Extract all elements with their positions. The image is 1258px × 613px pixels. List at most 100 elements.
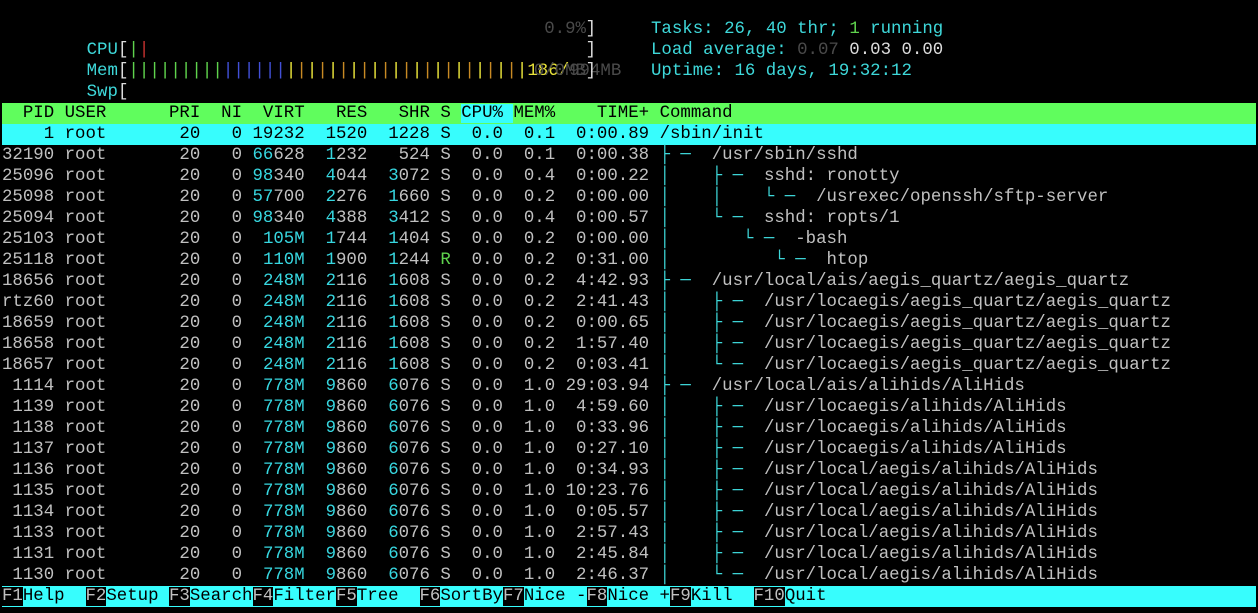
fkey-search[interactable]: F3Search xyxy=(169,587,253,606)
cell-ni: 0 xyxy=(210,482,253,501)
uptime-value: 16 days, 19:32:12 xyxy=(734,62,912,81)
column-header-user[interactable]: USER xyxy=(65,104,169,123)
process-row[interactable]: 1135 root 20 0 778M 9860 6076 S 0.0 1.0 … xyxy=(2,481,1256,502)
cell-res: 1900 xyxy=(325,251,368,270)
cell-mem: 1.0 xyxy=(513,524,566,543)
cell-virt: 778M xyxy=(262,545,305,564)
cell-virt: 778M xyxy=(262,377,305,396)
process-row[interactable]: 18656 root 20 0 248M 2116 1608 S 0.0 0.2… xyxy=(2,271,1256,292)
cell-s: S xyxy=(440,335,462,354)
process-row[interactable]: 25118 root 20 0 110M 1900 1244 R 0.0 0.2… xyxy=(2,250,1256,271)
cell-pri: 20 xyxy=(169,545,211,564)
cell-res: 9860 xyxy=(325,461,368,480)
process-row[interactable]: 1133 root 20 0 778M 9860 6076 S 0.0 1.0 … xyxy=(2,523,1256,544)
column-header-time[interactable]: TIME+ xyxy=(566,104,660,123)
cell-user: root xyxy=(64,482,169,501)
cell-cpu: 0.0 xyxy=(461,524,514,543)
process-row[interactable]: 1138 root 20 0 778M 9860 6076 S 0.0 1.0 … xyxy=(2,418,1256,439)
cell-ni: 0 xyxy=(210,314,253,333)
cell-shr: 6076 xyxy=(388,461,430,480)
cell-pid: 32190 xyxy=(2,146,65,165)
cell-mem: 0.1 xyxy=(513,125,566,144)
cell-pri: 20 xyxy=(169,440,211,459)
column-header-s[interactable]: S xyxy=(440,104,461,123)
cell-s: S xyxy=(440,377,462,396)
process-row[interactable]: 18659 root 20 0 248M 2116 1608 S 0.0 0.2… xyxy=(2,313,1256,334)
column-header-ni[interactable]: NI xyxy=(211,104,253,123)
fkey-kill[interactable]: F9Kill xyxy=(670,587,754,606)
cell-user: root xyxy=(64,461,169,480)
process-row[interactable]: 18658 root 20 0 248M 2116 1608 S 0.0 0.2… xyxy=(2,334,1256,355)
fkey-help[interactable]: F1Help xyxy=(2,587,86,606)
cell-shr: 1608 xyxy=(388,272,430,291)
cell-shr: 6076 xyxy=(388,566,430,585)
cell-virt: 778M xyxy=(262,566,305,585)
cell-ni: 0 xyxy=(210,461,253,480)
fkey-setup[interactable]: F2Setup xyxy=(85,587,170,606)
column-header-pid[interactable]: PID xyxy=(12,104,64,123)
process-table-header: PID USER PRI NI VIRT RES SHR S CPU% MEM%… xyxy=(2,103,1256,124)
fkey-sortby[interactable]: F6SortBy xyxy=(419,587,503,606)
cell-cpu: 0.0 xyxy=(461,125,514,144)
tree-branch-icon: │ ├ ─ xyxy=(659,545,764,564)
cell-virt: 248M xyxy=(262,272,305,291)
cell-shr: 6076 xyxy=(388,482,430,501)
cell-pri: 20 xyxy=(169,272,211,291)
process-row[interactable]: 18657 root 20 0 248M 2116 1608 S 0.0 0.2… xyxy=(2,355,1256,376)
cell-mem: 1.0 xyxy=(513,482,566,501)
cell-user: root xyxy=(64,230,169,249)
process-row[interactable]: 1136 root 20 0 778M 9860 6076 S 0.0 1.0 … xyxy=(2,460,1256,481)
process-row[interactable]: 1 root 20 0 19232 1520 1228 S 0.0 0.1 0:… xyxy=(2,124,1256,145)
process-row[interactable]: 1114 root 20 0 778M 9860 6076 S 0.0 1.0 … xyxy=(2,376,1256,397)
tree-branch-icon: │ ├ ─ xyxy=(659,167,764,186)
column-header-cmd[interactable]: Command xyxy=(660,104,733,123)
process-row[interactable]: 25096 root 20 0 98340 4044 3072 S 0.0 0.… xyxy=(2,166,1256,187)
process-row[interactable]: 1131 root 20 0 778M 9860 6076 S 0.0 1.0 … xyxy=(2,544,1256,565)
cell-ni: 0 xyxy=(210,377,253,396)
cell-pri: 20 xyxy=(169,419,211,438)
cell-res: 4044 xyxy=(325,167,368,186)
column-header-mem[interactable]: MEM% xyxy=(513,104,565,123)
column-header-virt[interactable]: VIRT xyxy=(253,104,316,123)
cell-shr: 6076 xyxy=(388,398,430,417)
cell-cpu: 0.0 xyxy=(461,503,514,522)
cell-cpu: 0.0 xyxy=(461,482,514,501)
tree-branch-icon: │ └ ─ xyxy=(659,230,796,249)
cell-user: root xyxy=(64,314,169,333)
process-row[interactable]: 32190 root 20 0 66628 1232 524 S 0.0 0.1… xyxy=(2,145,1256,166)
process-row[interactable]: 1137 root 20 0 778M 9860 6076 S 0.0 1.0 … xyxy=(2,439,1256,460)
fkey-label: Tree xyxy=(356,587,420,606)
tree-branch-icon: │ └ ─ xyxy=(659,251,827,270)
column-header-cpu[interactable]: CPU% xyxy=(461,104,514,123)
fkey-quit[interactable]: F10Quit xyxy=(753,587,827,606)
cell-time: 2:46.37 xyxy=(565,566,660,585)
process-row[interactable]: 1130 root 20 0 778M 9860 6076 S 0.0 1.0 … xyxy=(2,565,1256,586)
fkey-nice[interactable]: F7Nice - xyxy=(503,587,587,606)
column-header-pri[interactable]: PRI xyxy=(169,104,211,123)
fkey-filter[interactable]: F4Filter xyxy=(252,587,336,606)
tree-branch-icon: │ └ ─ xyxy=(659,356,764,375)
column-header-res[interactable]: RES xyxy=(315,104,378,123)
process-row[interactable]: 25094 root 20 0 98340 4388 3412 S 0.0 0.… xyxy=(2,208,1256,229)
tree-branch-icon: │ │ └ ─ xyxy=(659,188,817,207)
fkey-nice[interactable]: F8Nice + xyxy=(586,587,670,606)
process-row[interactable]: 25103 root 20 0 105M 1744 1404 S 0.0 0.2… xyxy=(2,229,1256,250)
process-row[interactable]: rtz60 root 20 0 248M 2116 1608 S 0.0 0.2… xyxy=(2,292,1256,313)
process-row[interactable]: 1134 root 20 0 778M 9860 6076 S 0.0 1.0 … xyxy=(2,502,1256,523)
tree-branch-icon: │ ├ ─ xyxy=(659,524,764,543)
fkey-tree[interactable]: F5Tree xyxy=(336,587,420,606)
cell-time: 0:00.00 xyxy=(565,230,660,249)
fkey-key: F9 xyxy=(670,587,691,606)
cell-s: R xyxy=(440,251,462,270)
fkey-key: F5 xyxy=(336,587,357,606)
column-header-shr[interactable]: SHR xyxy=(378,104,441,123)
fkey-label: Search xyxy=(189,587,253,606)
task-count: 26 xyxy=(724,20,745,39)
cell-s: S xyxy=(440,293,462,312)
cell-user: root xyxy=(64,209,169,228)
process-row[interactable]: 25098 root 20 0 57700 2276 1660 S 0.0 0.… xyxy=(2,187,1256,208)
cell-cpu: 0.0 xyxy=(461,419,514,438)
cell-res: 9860 xyxy=(325,545,368,564)
cell-pri: 20 xyxy=(169,356,211,375)
process-row[interactable]: 1139 root 20 0 778M 9860 6076 S 0.0 1.0 … xyxy=(2,397,1256,418)
